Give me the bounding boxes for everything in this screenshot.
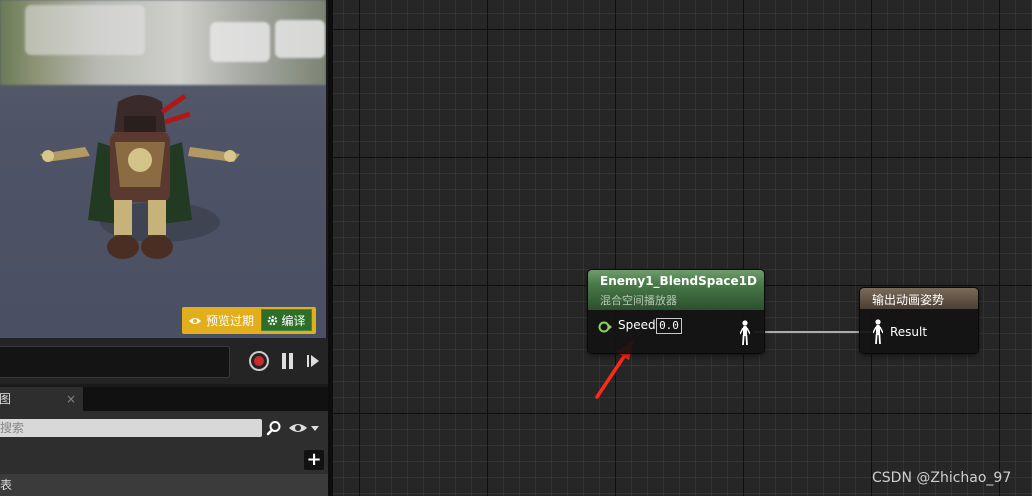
- left-panel: 预览过期 编译 图 × 搜索 + 表: [0, 0, 328, 496]
- pose-pin-icon[interactable]: [740, 320, 750, 346]
- pause-icon[interactable]: [282, 351, 294, 371]
- compile-button[interactable]: 编译: [261, 309, 312, 331]
- preview-viewport[interactable]: 预览过期 编译: [0, 0, 326, 338]
- compile-label: 编译: [281, 313, 306, 328]
- node-subtitle: 混合空间播放器: [600, 294, 677, 307]
- blendspace-player-node[interactable]: Enemy1_BlendSpace1D 混合空间播放器 Speed 0.0: [588, 270, 764, 353]
- preview-expired-label: 预览过期: [206, 314, 255, 328]
- result-pin-label: Result: [890, 325, 928, 339]
- chevron-down-icon: [311, 426, 319, 431]
- add-button[interactable]: +: [304, 450, 324, 470]
- gear-icon: [268, 315, 278, 325]
- background-blur: [275, 20, 325, 58]
- eye-icon: [189, 317, 201, 324]
- timeline-scrubber[interactable]: [0, 346, 230, 378]
- pose-pin-icon[interactable]: [873, 319, 883, 345]
- list-item-label: 表: [0, 478, 13, 492]
- view-options-dropdown[interactable]: [288, 421, 320, 435]
- watermark: CSDN @Zhichao_97: [872, 470, 1012, 486]
- node-header: Enemy1_BlendSpace1D 混合空间播放器: [588, 270, 764, 310]
- node-title: Enemy1_BlendSpace1D: [600, 274, 757, 288]
- anim-graph-canvas[interactable]: [333, 0, 1032, 496]
- tab-my-blueprint[interactable]: 图 ×: [0, 387, 83, 411]
- play-icon[interactable]: [307, 351, 323, 371]
- float-pin-icon[interactable]: [598, 321, 612, 333]
- output-pose-node[interactable]: 输出动画姿势 Result: [860, 288, 978, 353]
- speed-pin-label: Speed: [618, 318, 656, 332]
- close-icon[interactable]: ×: [66, 387, 76, 411]
- panel-body: 搜索 + 表: [0, 411, 328, 496]
- background-blur: [25, 5, 145, 55]
- character-model: [40, 93, 240, 259]
- speed-value-field[interactable]: 0.0: [656, 318, 682, 334]
- node-header: 输出动画姿势: [860, 288, 978, 309]
- playback-toolbar: [0, 338, 328, 384]
- preview-expired-badge: 预览过期 编译: [182, 307, 316, 334]
- background-blur: [210, 22, 270, 62]
- record-icon[interactable]: [249, 351, 269, 371]
- viewport-background: [0, 0, 326, 85]
- panel-tab-bar: 图 ×: [0, 387, 328, 411]
- search-icon[interactable]: [266, 420, 282, 436]
- list-item[interactable]: 表: [0, 474, 328, 496]
- search-input[interactable]: 搜索: [0, 419, 262, 437]
- tab-label: 图: [0, 392, 12, 406]
- node-title: 输出动画姿势: [872, 293, 945, 307]
